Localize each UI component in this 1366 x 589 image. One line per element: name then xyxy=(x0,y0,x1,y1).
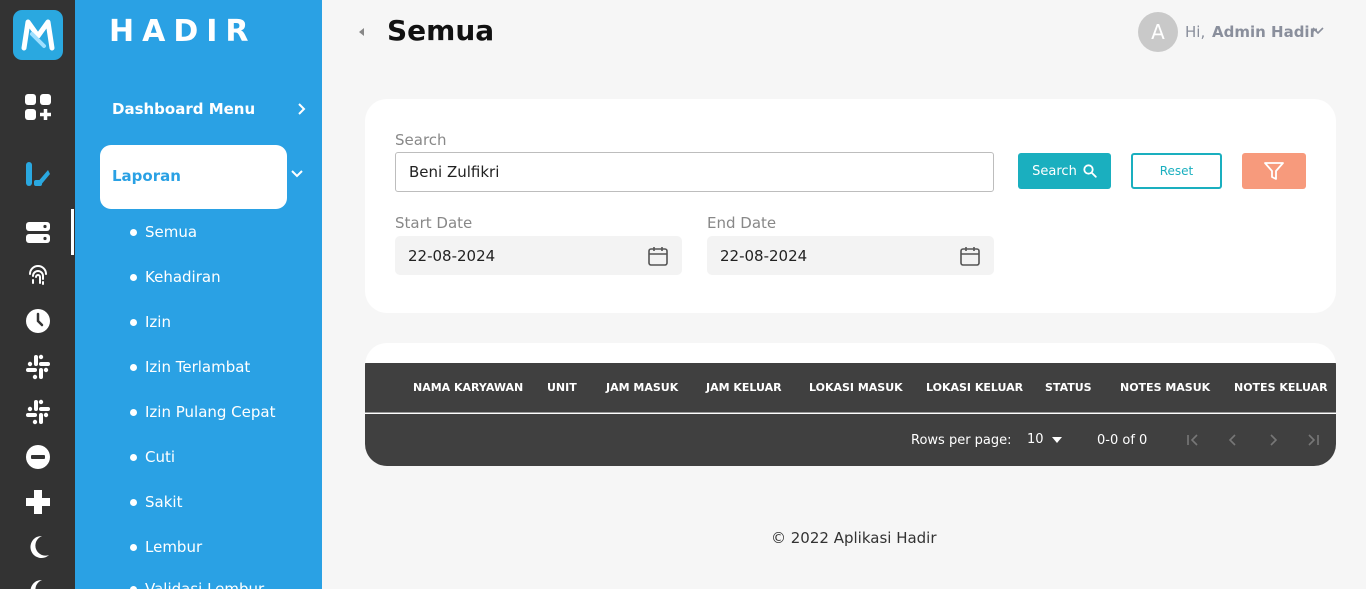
sidebar-item-kehadiran[interactable]: Kehadiran xyxy=(130,268,221,286)
column-header[interactable]: JAM KELUAR xyxy=(706,381,782,394)
laporan-label: Laporan xyxy=(112,167,181,185)
start-date-value: 22-08-2024 xyxy=(408,246,496,265)
start-date-label: Start Date xyxy=(395,214,473,232)
previous-page-icon[interactable] xyxy=(1225,432,1241,448)
report-icon[interactable] xyxy=(22,158,54,190)
column-header[interactable]: NAMA KARYAWAN xyxy=(413,381,523,394)
end-date-field[interactable]: 22-08-2024 xyxy=(707,236,994,275)
start-date-field[interactable]: 22-08-2024 xyxy=(395,236,682,275)
filter-button[interactable] xyxy=(1242,153,1306,189)
end-date-value: 22-08-2024 xyxy=(720,246,808,265)
collapse-sidebar-icon[interactable] xyxy=(357,27,365,37)
calendar-icon[interactable] xyxy=(647,245,669,267)
column-header[interactable]: NOTES KELUAR xyxy=(1234,381,1328,394)
server-icon[interactable] xyxy=(22,216,54,248)
rows-per-page-label: Rows per page: xyxy=(911,433,1012,448)
table-header: NAMA KARYAWAN UNIT JAM MASUK JAM KELUAR … xyxy=(365,363,1336,413)
plus-icon[interactable] xyxy=(22,486,54,518)
column-header[interactable]: NOTES MASUK xyxy=(1120,381,1210,394)
search-label: Search xyxy=(395,131,447,149)
bullet-icon xyxy=(130,228,137,236)
sidebar-item-label: Lembur xyxy=(145,538,203,556)
slack-icon[interactable] xyxy=(22,351,54,383)
sidebar-item-label: Sakit xyxy=(145,493,183,511)
next-page-icon[interactable] xyxy=(1265,432,1281,448)
app-logo-icon[interactable] xyxy=(13,10,63,60)
moon-icon[interactable] xyxy=(22,575,54,589)
dashboard-grid-icon[interactable] xyxy=(22,91,54,123)
sidebar-item-lembur[interactable]: Lembur xyxy=(130,538,202,556)
laporan-menu-item[interactable]: Laporan xyxy=(100,145,287,209)
chevron-down-icon[interactable] xyxy=(290,169,304,179)
chevron-down-icon[interactable] xyxy=(1312,27,1324,35)
column-header[interactable]: UNIT xyxy=(547,381,577,394)
pagination-range: 0-0 of 0 xyxy=(1097,433,1148,448)
bullet-icon xyxy=(130,498,137,506)
user-name[interactable]: Admin Hadir xyxy=(1212,23,1317,41)
column-header[interactable]: STATUS xyxy=(1045,381,1092,394)
column-header[interactable]: JAM MASUK xyxy=(606,381,678,394)
search-button[interactable]: Search xyxy=(1018,153,1111,189)
dashboard-menu-label: Dashboard Menu xyxy=(112,100,256,118)
search-input[interactable] xyxy=(395,152,994,192)
sidebar-item-cuti[interactable]: Cuti xyxy=(130,448,175,466)
sidebar-item-label: Izin Pulang Cepat xyxy=(145,403,276,421)
brand-name: HADIR xyxy=(109,14,257,49)
column-header[interactable]: LOKASI KELUAR xyxy=(926,381,1023,394)
sidebar-item-izin-pulang-cepat[interactable]: Izin Pulang Cepat xyxy=(130,403,275,421)
sidebar-item-label: Izin Terlambat xyxy=(145,358,251,376)
filter-icon xyxy=(1264,162,1284,180)
last-page-icon[interactable] xyxy=(1305,432,1321,448)
sidebar-item-sakit[interactable]: Sakit xyxy=(130,493,182,511)
avatar[interactable]: A xyxy=(1138,12,1178,52)
sidebar-item-label: Cuti xyxy=(145,448,176,466)
sidebar: HADIR Dashboard Menu Laporan Semua Kehad… xyxy=(75,0,322,589)
greeting-text: Hi, xyxy=(1185,23,1206,41)
filter-card xyxy=(365,99,1336,313)
rows-per-page-select[interactable]: 10 xyxy=(1027,432,1062,447)
data-table: NAMA KARYAWAN UNIT JAM MASUK JAM KELUAR … xyxy=(365,343,1336,466)
bullet-icon xyxy=(130,585,137,589)
page-title: Semua xyxy=(387,14,495,47)
sidebar-item-label: Izin xyxy=(145,313,171,331)
search-icon xyxy=(1083,164,1097,178)
minus-circle-icon[interactable] xyxy=(22,441,54,473)
fingerprint-icon[interactable] xyxy=(22,260,54,292)
bullet-icon xyxy=(130,543,137,551)
end-date-label: End Date xyxy=(707,214,777,232)
clock-icon[interactable] xyxy=(22,305,54,337)
bullet-icon xyxy=(130,273,137,281)
table-pagination: Rows per page: 10 0-0 of 0 xyxy=(365,414,1336,466)
moon-icon[interactable] xyxy=(22,531,54,563)
reset-button[interactable]: Reset xyxy=(1131,153,1222,189)
caret-down-icon xyxy=(1051,436,1062,443)
search-button-label: Search xyxy=(1032,163,1077,179)
slack-icon[interactable] xyxy=(22,396,54,428)
sidebar-item-izin-terlambat[interactable]: Izin Terlambat xyxy=(130,358,250,376)
icon-rail xyxy=(0,0,75,589)
bullet-icon xyxy=(130,363,137,371)
bullet-icon xyxy=(130,453,137,461)
calendar-icon[interactable] xyxy=(959,245,981,267)
footer-copyright: © 2022 Aplikasi Hadir xyxy=(771,529,937,547)
rows-per-page-value: 10 xyxy=(1027,432,1044,447)
bullet-icon xyxy=(130,318,137,326)
sidebar-item-izin[interactable]: Izin xyxy=(130,313,171,331)
dashboard-menu-item[interactable]: Dashboard Menu xyxy=(112,100,307,122)
sidebar-item-label: Kehadiran xyxy=(145,268,221,286)
sidebar-item-semua[interactable]: Semua xyxy=(130,223,197,241)
sidebar-item-label: Semua xyxy=(145,223,198,241)
column-header[interactable]: LOKASI MASUK xyxy=(809,381,903,394)
bullet-icon xyxy=(130,408,137,416)
first-page-icon[interactable] xyxy=(1185,432,1201,448)
active-indicator xyxy=(71,209,74,255)
sidebar-item-label: Validasi Lembur xyxy=(145,580,265,589)
chevron-right-icon xyxy=(298,103,306,115)
sidebar-item-validasi-lembur[interactable]: Validasi Lembur xyxy=(130,580,264,589)
